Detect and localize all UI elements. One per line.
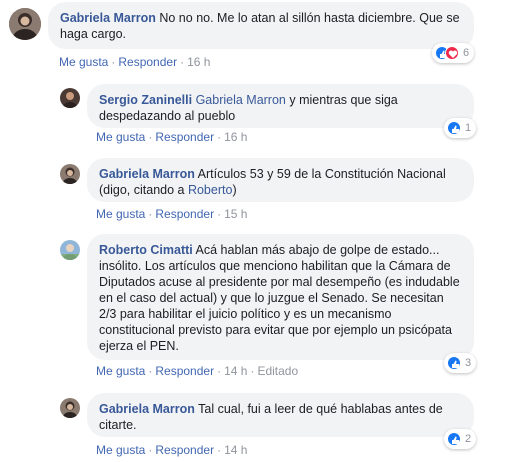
timestamp[interactable]: 14 h bbox=[224, 364, 247, 378]
timestamp[interactable]: 16 h bbox=[224, 130, 247, 144]
reply-comment: Roberto Cimatti Acá hablan más abajo de … bbox=[0, 228, 510, 388]
love-icon bbox=[445, 46, 459, 60]
like-button[interactable]: Me gusta bbox=[59, 55, 108, 69]
avatar[interactable] bbox=[60, 88, 80, 108]
like-button[interactable]: Me gusta bbox=[96, 443, 145, 457]
reaction-summary[interactable]: 6 bbox=[432, 43, 475, 63]
avatar[interactable] bbox=[9, 8, 41, 40]
profile-photo-icon bbox=[60, 398, 80, 418]
mention-link[interactable]: Roberto bbox=[188, 183, 232, 197]
reply-button[interactable]: Responder bbox=[155, 207, 214, 221]
comment-actions: Me gusta · Responder · 14 h bbox=[96, 443, 248, 457]
reply-button[interactable]: Responder bbox=[155, 130, 214, 144]
edited-label[interactable]: Editado bbox=[257, 364, 298, 378]
avatar[interactable] bbox=[60, 164, 80, 184]
comment-bubble: Sergio Zaninelli Gabriela Marron y mient… bbox=[87, 84, 474, 128]
comment-text: Acá hablan más abajo de golpe de estado.… bbox=[99, 243, 460, 353]
profile-photo-icon bbox=[60, 240, 80, 260]
comment-actions: Me gusta · Responder · 16 h bbox=[96, 130, 248, 144]
like-icon bbox=[447, 356, 461, 370]
reaction-count: 3 bbox=[465, 357, 472, 369]
reaction-count: 2 bbox=[465, 433, 472, 445]
like-icon bbox=[447, 432, 461, 446]
reply-comment: Sergio Zaninelli Gabriela Marron y mient… bbox=[0, 78, 510, 156]
avatar[interactable] bbox=[60, 240, 80, 260]
timestamp[interactable]: 15 h bbox=[224, 207, 247, 221]
reaction-count: 6 bbox=[463, 47, 470, 59]
comment-actions: Me gusta · Responder · 16 h bbox=[59, 55, 211, 69]
comment-bubble: Roberto Cimatti Acá hablan más abajo de … bbox=[87, 234, 474, 360]
comment-author[interactable]: Gabriela Marron bbox=[60, 11, 156, 25]
mention-link[interactable]: Gabriela Marron bbox=[196, 93, 286, 107]
timestamp[interactable]: 14 h bbox=[224, 443, 247, 457]
comment-author[interactable]: Gabriela Marron bbox=[99, 402, 195, 416]
reply-comment: Gabriela Marron Artículos 53 y 59 de la … bbox=[0, 156, 510, 228]
comment-bubble: Gabriela Marron Tal cual, fui a leer de … bbox=[87, 393, 474, 437]
comment-author[interactable]: Gabriela Marron bbox=[99, 167, 195, 181]
reply-button[interactable]: Responder bbox=[118, 55, 177, 69]
comment-author[interactable]: Sergio Zaninelli bbox=[99, 93, 192, 107]
reply-button[interactable]: Responder bbox=[155, 443, 214, 457]
comment: Gabriela Marron No no no. Me lo atan al … bbox=[0, 0, 510, 78]
like-icon bbox=[447, 121, 461, 135]
like-button[interactable]: Me gusta bbox=[96, 130, 145, 144]
profile-photo-icon bbox=[9, 8, 41, 40]
reaction-count: 1 bbox=[465, 122, 472, 134]
like-button[interactable]: Me gusta bbox=[96, 364, 145, 378]
comment-actions: Me gusta · Responder · 14 h · Editado bbox=[96, 364, 299, 378]
reaction-summary[interactable]: 1 bbox=[444, 118, 477, 138]
profile-photo-icon bbox=[60, 88, 80, 108]
comment-bubble: Gabriela Marron No no no. Me lo atan al … bbox=[48, 2, 474, 49]
comment-text-end: ) bbox=[232, 183, 237, 197]
timestamp[interactable]: 16 h bbox=[187, 55, 210, 69]
comment-actions: Me gusta · Responder · 15 h bbox=[96, 207, 248, 221]
reply-button[interactable]: Responder bbox=[155, 364, 214, 378]
reaction-summary[interactable]: 3 bbox=[444, 353, 477, 373]
profile-photo-icon bbox=[60, 164, 80, 184]
comment-author[interactable]: Roberto Cimatti bbox=[99, 243, 193, 257]
avatar[interactable] bbox=[60, 398, 80, 418]
reply-comment: Gabriela Marron Tal cual, fui a leer de … bbox=[0, 388, 510, 462]
comment-bubble: Gabriela Marron Artículos 53 y 59 de la … bbox=[87, 158, 474, 202]
reaction-summary[interactable]: 2 bbox=[444, 429, 477, 449]
like-button[interactable]: Me gusta bbox=[96, 207, 145, 221]
